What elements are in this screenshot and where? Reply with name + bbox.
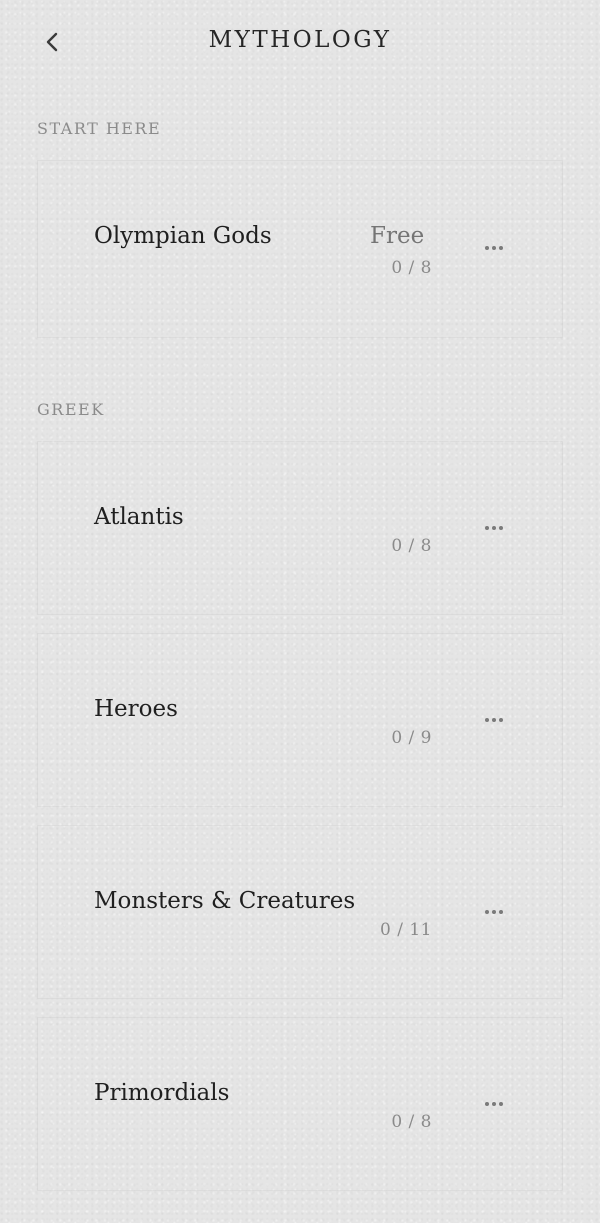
list-item-primordials[interactable]: Primordials 0 / 8 xyxy=(37,1017,563,1191)
more-horizontal-icon xyxy=(485,246,503,250)
more-horizontal-icon xyxy=(485,526,503,530)
progress-count: 0 / 9 xyxy=(391,728,432,748)
progress-count: 0 / 11 xyxy=(380,920,432,940)
item-title: Primordials xyxy=(94,1080,230,1106)
section-label-greek: GREEK xyxy=(37,400,105,419)
item-title: Heroes xyxy=(94,696,178,722)
more-options-button[interactable] xyxy=(476,516,512,540)
list-item-atlantis[interactable]: Atlantis 0 / 8 xyxy=(37,441,563,615)
progress-count: 0 / 8 xyxy=(391,1112,432,1132)
page-title: MYTHOLOGY xyxy=(208,27,392,53)
item-title: Atlantis xyxy=(94,504,184,530)
list-item-olympian-gods[interactable]: Olympian Gods Free 0 / 8 xyxy=(37,160,563,338)
progress-count: 0 / 8 xyxy=(391,258,432,278)
progress-count: 0 / 8 xyxy=(391,536,432,556)
more-horizontal-icon xyxy=(485,718,503,722)
more-horizontal-icon xyxy=(485,910,503,914)
item-title: Olympian Gods xyxy=(94,223,272,249)
header: MYTHOLOGY xyxy=(0,0,600,84)
price-badge: Free xyxy=(370,223,425,249)
more-options-button[interactable] xyxy=(476,236,512,260)
item-title: Monsters & Creatures xyxy=(94,888,356,914)
list-item-heroes[interactable]: Heroes 0 / 9 xyxy=(37,633,563,807)
list-item-monsters-creatures[interactable]: Monsters & Creatures 0 / 11 xyxy=(37,825,563,999)
more-options-button[interactable] xyxy=(476,900,512,924)
more-options-button[interactable] xyxy=(476,1092,512,1116)
more-horizontal-icon xyxy=(485,1102,503,1106)
section-label-start-here: START HERE xyxy=(37,119,162,138)
more-options-button[interactable] xyxy=(476,708,512,732)
